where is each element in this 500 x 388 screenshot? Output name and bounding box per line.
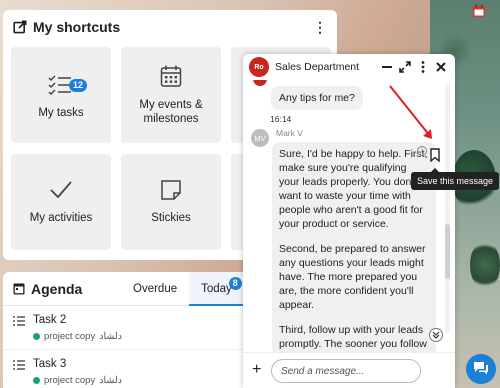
sender-avatar: MV xyxy=(251,129,269,147)
tile-my-events[interactable]: My events & milestones xyxy=(121,47,221,143)
sender-name: Mark V xyxy=(276,128,303,138)
bookmark-icon[interactable] xyxy=(429,148,441,162)
tab-label: Today xyxy=(201,282,232,295)
close-icon[interactable] xyxy=(433,60,449,74)
shortcuts-menu-button[interactable]: ⋮ xyxy=(313,19,327,36)
task-owner: دلشاد xyxy=(99,331,122,342)
chat-scrollbar[interactable] xyxy=(445,84,450,334)
calendar-icon xyxy=(160,65,182,87)
project-name: project copy xyxy=(44,375,96,386)
chat-footer: + xyxy=(243,352,455,388)
tile-my-tasks[interactable]: 12 My tasks xyxy=(11,47,111,143)
message-avatar xyxy=(253,80,267,86)
agenda-panel: Agenda Overdue Today 8 Task 2 project co… xyxy=(3,272,248,388)
chat-header: Ro Sales Department xyxy=(243,54,455,80)
chat-title: Sales Department xyxy=(275,61,360,73)
expand-icon[interactable] xyxy=(397,60,413,74)
agenda-item[interactable]: Task 2 project copy دلشاد xyxy=(3,306,248,350)
tile-my-activities[interactable]: My activities xyxy=(11,154,111,250)
tile-stickies[interactable]: Stickies xyxy=(121,154,221,250)
tile-label: My tasks xyxy=(38,107,84,119)
agenda-header: Agenda Overdue Today 8 xyxy=(3,272,248,306)
task-name: Task 3 xyxy=(33,358,67,370)
project-color-dot xyxy=(33,333,40,340)
chat-bubbles-icon xyxy=(474,362,488,375)
tile-label: My events & milestones xyxy=(139,99,203,125)
sticky-note-icon xyxy=(161,180,181,200)
shortcuts-header: My shortcuts ⋮ xyxy=(3,10,337,44)
own-message: Any tips for me? xyxy=(271,86,363,110)
tab-overdue[interactable]: Overdue xyxy=(121,272,189,306)
background-plant xyxy=(470,240,500,290)
tile-label: My activities xyxy=(29,212,93,224)
agenda-title: Agenda xyxy=(31,280,83,297)
group-avatar: Ro xyxy=(249,57,269,77)
tasks-count-badge: 12 xyxy=(69,79,88,92)
project-name: project copy xyxy=(44,331,96,342)
shortcuts-title: My shortcuts xyxy=(33,19,121,35)
scroll-down-button[interactable] xyxy=(429,328,443,342)
calendar-widget-icon[interactable] xyxy=(472,4,486,18)
chat-scroll-thumb[interactable] xyxy=(445,224,450,279)
calendar-icon xyxy=(13,283,25,295)
agenda-item[interactable]: Task 3 project copy دلشاد xyxy=(3,350,248,388)
share-edit-icon xyxy=(13,20,27,34)
chevron-double-down-icon xyxy=(432,331,440,339)
more-options-icon[interactable] xyxy=(415,60,431,74)
reply-paragraph: Second, be prepared to answer any questi… xyxy=(279,243,426,311)
add-attachment-button[interactable]: + xyxy=(252,361,261,379)
task-list-icon xyxy=(13,316,25,326)
annotation-arrow xyxy=(389,85,432,139)
save-message-tooltip: Save this message xyxy=(411,168,499,190)
message-time: 16:14 xyxy=(270,114,292,124)
task-name: Task 2 xyxy=(33,314,67,326)
avatar-initials: Ro xyxy=(254,63,264,71)
minimize-icon[interactable] xyxy=(379,60,395,74)
checkmark-icon xyxy=(50,181,72,199)
chat-launcher-button[interactable] xyxy=(466,354,496,384)
tab-today[interactable]: Today 8 xyxy=(189,272,244,306)
project-color-dot xyxy=(33,377,40,384)
today-count-badge: 8 xyxy=(228,276,242,290)
task-owner: دلشاد xyxy=(99,375,122,386)
tile-label: Stickies xyxy=(151,212,191,224)
task-list-icon xyxy=(13,360,25,370)
reply-paragraph: Third, follow up with your leads promptl… xyxy=(279,324,427,350)
message-input[interactable] xyxy=(271,359,421,383)
reply-paragraph: Sure, I'd be happy to help. First, make … xyxy=(279,148,428,230)
